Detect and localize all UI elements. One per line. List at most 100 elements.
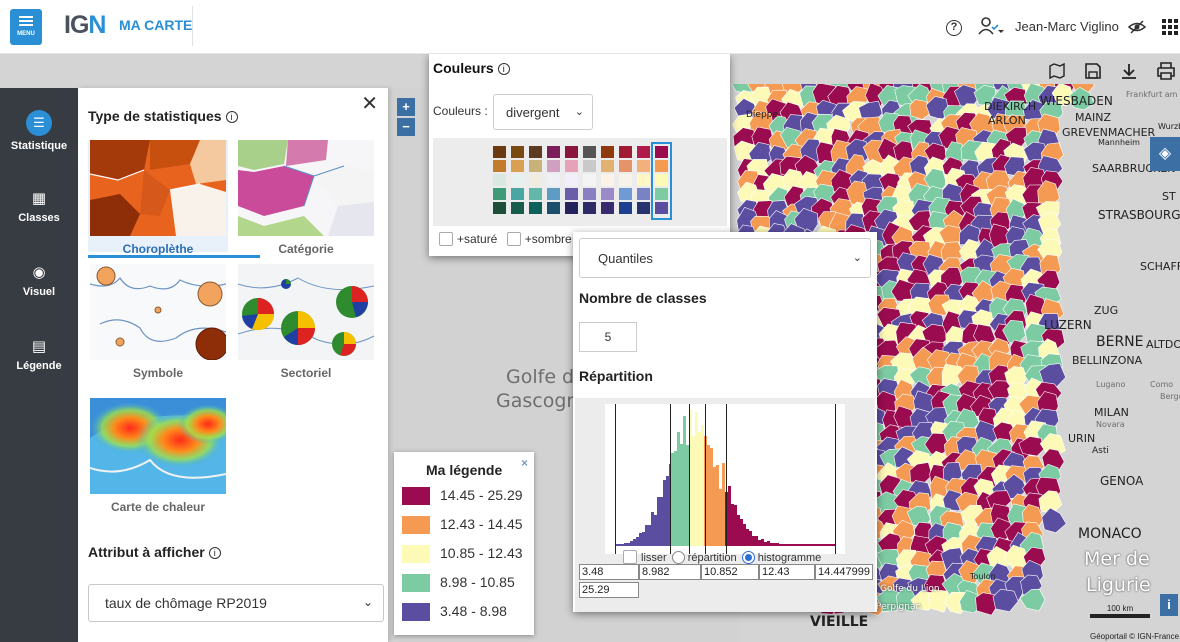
bound-input[interactable]: 25.29	[579, 582, 639, 598]
eye-off-icon[interactable]	[1128, 18, 1146, 36]
palette-option[interactable]	[547, 146, 560, 216]
class-break-line[interactable]	[705, 404, 707, 554]
bound-input[interactable]: 14.447999	[815, 564, 873, 580]
nav-label: Classes	[18, 212, 60, 224]
palette-swatch	[547, 202, 560, 214]
repartition-radio[interactable]	[671, 551, 685, 564]
top-bar: MENU IGN MA CARTE ? Jean-Marc Viglino	[0, 0, 1180, 54]
colors-select[interactable]: divergent ⌄	[493, 94, 593, 130]
map-label: Mannheim	[1098, 138, 1140, 147]
legend-swatch	[402, 603, 430, 621]
nav-label: Visuel	[22, 286, 56, 298]
close-icon[interactable]: ✕	[361, 94, 378, 114]
palette-option[interactable]	[619, 146, 632, 216]
palette-swatch	[583, 174, 596, 186]
print-icon[interactable]	[1156, 62, 1176, 80]
legend-row: 3.48 - 8.98	[402, 602, 532, 622]
panel-title: Type de statistiques i	[88, 108, 238, 124]
histogram[interactable]	[605, 404, 845, 554]
zoom-in-button[interactable]: +	[397, 98, 415, 116]
palette-option[interactable]	[601, 146, 614, 216]
classification-method-select[interactable]: Quantiles ⌄	[579, 238, 871, 278]
zoom-out-button[interactable]: −	[397, 118, 415, 136]
class-break-line[interactable]	[835, 404, 836, 554]
divider	[192, 6, 193, 46]
stat-type-carte-de-chaleur[interactable]: Carte de chaleur	[88, 398, 228, 522]
legend-row: 10.85 - 12.43	[402, 544, 532, 564]
stat-type-categorie[interactable]: Catégorie	[236, 140, 376, 256]
info-button[interactable]: i	[1160, 594, 1178, 616]
map-icon[interactable]	[1048, 62, 1066, 80]
user-icon[interactable]	[978, 16, 1004, 36]
palette-option[interactable]	[529, 146, 542, 216]
stat-type-sectoriel[interactable]: Sectoriel	[236, 264, 376, 380]
palette-swatch	[529, 160, 542, 172]
histogramme-radio[interactable]	[741, 551, 755, 564]
apps-grid-icon[interactable]	[1162, 17, 1178, 37]
legend-swatch	[402, 516, 430, 534]
colors-label: Couleurs :	[433, 104, 488, 118]
nav-item-legende[interactable]: ▤ Légende	[0, 338, 78, 372]
ign-logo[interactable]: IGN	[64, 11, 106, 40]
map-label: Ligurie	[1086, 574, 1151, 596]
class-break-line[interactable]	[725, 404, 727, 554]
palette-option[interactable]	[583, 146, 596, 216]
bound-input[interactable]: 3.48	[579, 564, 639, 580]
bound-input[interactable]: 12.43	[759, 564, 815, 580]
layers-button[interactable]: ◈	[1150, 137, 1180, 171]
map-label: ARLON	[988, 114, 1026, 127]
palette-swatch	[655, 202, 668, 214]
palette-swatch	[601, 188, 614, 200]
stat-type-symbole[interactable]: Symbole	[88, 264, 228, 380]
map-label: Perpignan	[876, 602, 922, 612]
class-break-line[interactable]	[615, 404, 616, 554]
nav-item-statistique[interactable]: ☰ Statistique	[0, 110, 78, 152]
sombre-checkbox[interactable]	[506, 232, 521, 246]
left-nav: ☰ Statistique ▦ Classes ◉ Visuel ▤ Légen…	[0, 88, 78, 642]
map-label: Como	[1150, 380, 1174, 389]
info-icon[interactable]: i	[208, 547, 221, 559]
palette-swatch	[655, 174, 668, 186]
palette-swatch	[529, 174, 542, 186]
map-label: SCHAFF	[1140, 260, 1180, 273]
palette-swatch	[493, 202, 506, 214]
legend-box: Ma légende × 14.45 - 25.29 12.43 - 14.45 1…	[394, 452, 534, 635]
menu-button[interactable]: MENU	[10, 9, 42, 45]
colors-selected: divergent	[506, 105, 560, 120]
bound-input[interactable]: 8.982	[639, 564, 701, 580]
chevron-down-icon: ⌄	[852, 252, 862, 264]
lisser-checkbox[interactable]	[623, 550, 637, 564]
nav-item-visuel[interactable]: ◉ Visuel	[0, 264, 78, 298]
lisser-label: lisser	[641, 552, 667, 564]
palette-swatch	[565, 160, 578, 172]
bound-input[interactable]: 10.852	[701, 564, 759, 580]
legend-close-icon[interactable]: ×	[521, 456, 528, 470]
class-count-input[interactable]: 5	[579, 322, 637, 352]
palette-option[interactable]	[493, 146, 506, 216]
class-break-line[interactable]	[670, 404, 672, 554]
palette-option[interactable]	[511, 146, 524, 216]
user-name[interactable]: Jean-Marc Viglino	[1015, 19, 1119, 34]
palette-swatch	[583, 146, 596, 158]
map-label: GENOA	[1100, 474, 1144, 488]
map-label: ZUG	[1094, 304, 1119, 317]
stat-type-label: Sectoriel	[280, 366, 332, 380]
download-icon[interactable]	[1120, 62, 1138, 80]
palette-swatch	[655, 160, 668, 172]
stat-type-choroplethe[interactable]: Choroplèthe	[88, 140, 260, 258]
palette-option[interactable]	[637, 146, 650, 216]
palette-option[interactable]	[565, 146, 578, 216]
info-icon[interactable]: i	[225, 111, 238, 123]
commune-area[interactable]	[992, 588, 1019, 613]
palette-option[interactable]	[651, 142, 672, 220]
nav-item-classes[interactable]: ▦ Classes	[0, 190, 78, 224]
class-break-line[interactable]	[689, 404, 691, 554]
palette-swatch	[637, 188, 650, 200]
sature-label: +saturé	[457, 232, 498, 246]
attribute-select[interactable]: taux de chômage RP2019 ⌄	[88, 584, 384, 622]
help-icon[interactable]: ?	[946, 20, 962, 36]
info-icon[interactable]: i	[497, 63, 510, 75]
logo-text: IG	[64, 11, 89, 39]
save-icon[interactable]	[1084, 62, 1102, 80]
sature-checkbox[interactable]	[439, 232, 453, 246]
